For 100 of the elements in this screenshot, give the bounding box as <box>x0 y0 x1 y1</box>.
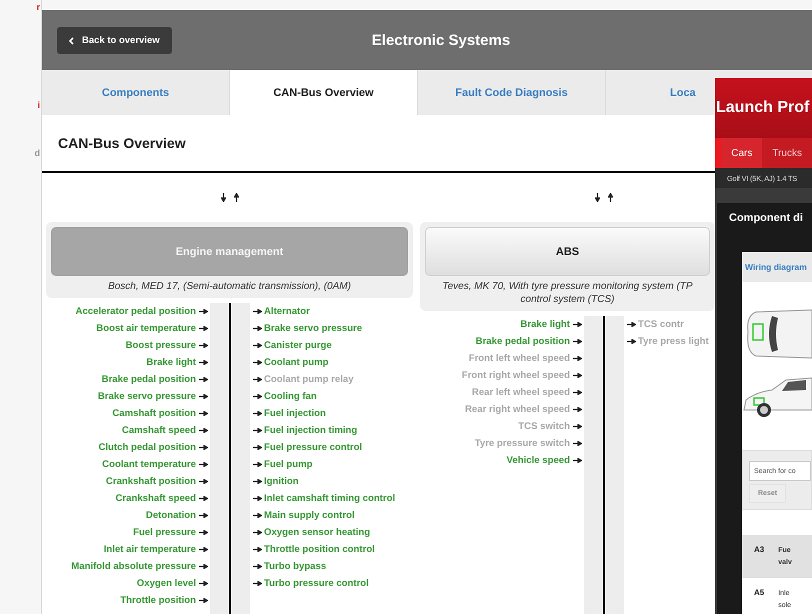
input-signal: Brake servo pressure <box>98 390 196 404</box>
input-signal: Rear left wheel speed <box>472 386 570 400</box>
output-signal: Fuel pump <box>264 458 314 472</box>
up-arrow-icon <box>608 193 613 202</box>
arrow-icon <box>199 309 208 314</box>
arrow-icon <box>253 445 262 450</box>
module-description: Teves, MK 70, With tyre pressure monitoring system (TP <box>441 280 694 293</box>
arrow-icon <box>573 458 582 463</box>
arrow-icon <box>199 598 208 603</box>
input-signal: Brake light <box>146 356 196 370</box>
down-arrow-icon <box>595 193 600 202</box>
arrow-icon <box>253 513 262 518</box>
output-signal: Inlet camshaft timing control <box>264 492 396 506</box>
nav-tab[interactable]: Cars <box>721 138 762 168</box>
output-signal: Alternator <box>264 305 311 319</box>
arrow-icon <box>199 462 208 467</box>
arrow-icon <box>199 360 208 365</box>
input-signal: Boost pressure <box>126 339 196 353</box>
component-code: A5 <box>754 588 764 599</box>
arrow-icon <box>253 428 262 433</box>
cut-off-text: i <box>37 100 41 110</box>
page-title: Electronic Systems <box>372 32 510 48</box>
arrow-icon <box>253 462 262 467</box>
module-description: control system (TCS) <box>520 293 616 306</box>
input-signal: Manifold absolute pressure <box>71 560 196 574</box>
chevron-left-icon <box>69 36 74 44</box>
arrow-icon <box>573 356 582 361</box>
output-signal: Ignition <box>264 475 300 489</box>
output-signal: Coolant pump relay <box>264 373 355 387</box>
arrow-icon <box>253 360 262 365</box>
input-signal: Tyre pressure switch <box>474 437 570 451</box>
cut-off-text: d <box>34 148 41 158</box>
input-signal: Vehicle speed <box>506 454 570 468</box>
input-signal: Brake pedal position <box>476 335 570 349</box>
input-signal: Crankshaft position <box>106 475 196 489</box>
arrow-icon <box>253 547 262 552</box>
input-signal: Brake pedal position <box>102 373 196 387</box>
arrow-icon <box>199 496 208 501</box>
input-signal: Inlet air temperature <box>104 543 196 557</box>
tab[interactable]: CAN-Bus Overview <box>230 70 418 115</box>
arrow-icon <box>199 581 208 586</box>
input-signal: Throttle position <box>120 594 196 608</box>
arrow-icon <box>199 530 208 535</box>
output-signal: Fuel injection timing <box>264 424 358 438</box>
arrow-icon <box>199 428 208 433</box>
arrow-icon <box>253 496 262 501</box>
arrow-icon <box>573 390 582 395</box>
arrow-icon <box>199 411 208 416</box>
arrow-icon <box>253 530 262 535</box>
arrow-icon <box>573 322 582 327</box>
output-signal: Fuel injection <box>264 407 327 421</box>
input-signal: Front right wheel speed <box>462 369 570 383</box>
arrow-icon <box>573 373 582 378</box>
arrow-icon <box>253 377 262 382</box>
module-header[interactable]: ABS <box>425 227 710 276</box>
arrow-icon <box>199 343 208 348</box>
output-signal: Throttle position control <box>264 543 376 557</box>
arrow-icon <box>199 377 208 382</box>
input-signal: Camshaft position <box>112 407 196 421</box>
back-button[interactable]: Back to overview <box>57 27 172 54</box>
arrow-icon <box>627 322 636 327</box>
output-signal: Main supply control <box>264 509 356 523</box>
output-signal: TCS contr <box>638 318 685 332</box>
up-arrow-icon <box>234 193 239 202</box>
arrow-icon <box>199 564 208 569</box>
module-header[interactable]: Engine management <box>51 227 408 276</box>
input-signal: Crankshaft speed <box>115 492 196 506</box>
input-signal: Clutch pedal position <box>98 441 196 455</box>
output-signal: Tyre press light <box>638 335 710 349</box>
tab[interactable]: Fault Code Diagnosis <box>418 70 606 115</box>
input-signal: Camshaft speed <box>122 424 196 438</box>
tab[interactable]: Loca <box>606 70 715 115</box>
arrow-icon <box>253 343 262 348</box>
input-signal: Brake light <box>520 318 570 332</box>
arrow-icon <box>199 394 208 399</box>
panel-title: Component di <box>728 211 804 226</box>
arrow-icon <box>199 445 208 450</box>
output-signal: Coolant pump <box>264 356 330 370</box>
input-signal: Coolant temperature <box>102 458 196 472</box>
nav-tab[interactable]: Trucks <box>762 138 812 168</box>
arrow-icon <box>253 581 262 586</box>
arrow-icon <box>253 479 262 484</box>
arrow-icon <box>199 547 208 552</box>
input-signal: Detonation <box>146 509 196 523</box>
nav-highlight <box>715 138 722 168</box>
window-title: Launch Prof <box>715 78 812 138</box>
input-signal: Oxygen level <box>136 577 196 591</box>
arrow-icon <box>573 339 582 344</box>
arrow-icon <box>627 339 636 344</box>
input-signal: Accelerator pedal position <box>76 305 196 319</box>
arrow-icon <box>253 394 262 399</box>
input-signal: Front left wheel speed <box>468 352 570 366</box>
input-signal: Rear right wheel speed <box>464 403 570 417</box>
output-signal: Turbo pressure control <box>264 577 370 591</box>
arrow-icon <box>253 309 262 314</box>
cut-off-text: r <box>36 2 41 12</box>
down-arrow-icon <box>221 193 226 202</box>
module-description: Bosch, MED 17, (Semi-automatic transmission), (0AM) <box>107 280 352 293</box>
output-signal: Fuel pressure control <box>264 441 364 455</box>
arrow-icon <box>253 564 262 569</box>
